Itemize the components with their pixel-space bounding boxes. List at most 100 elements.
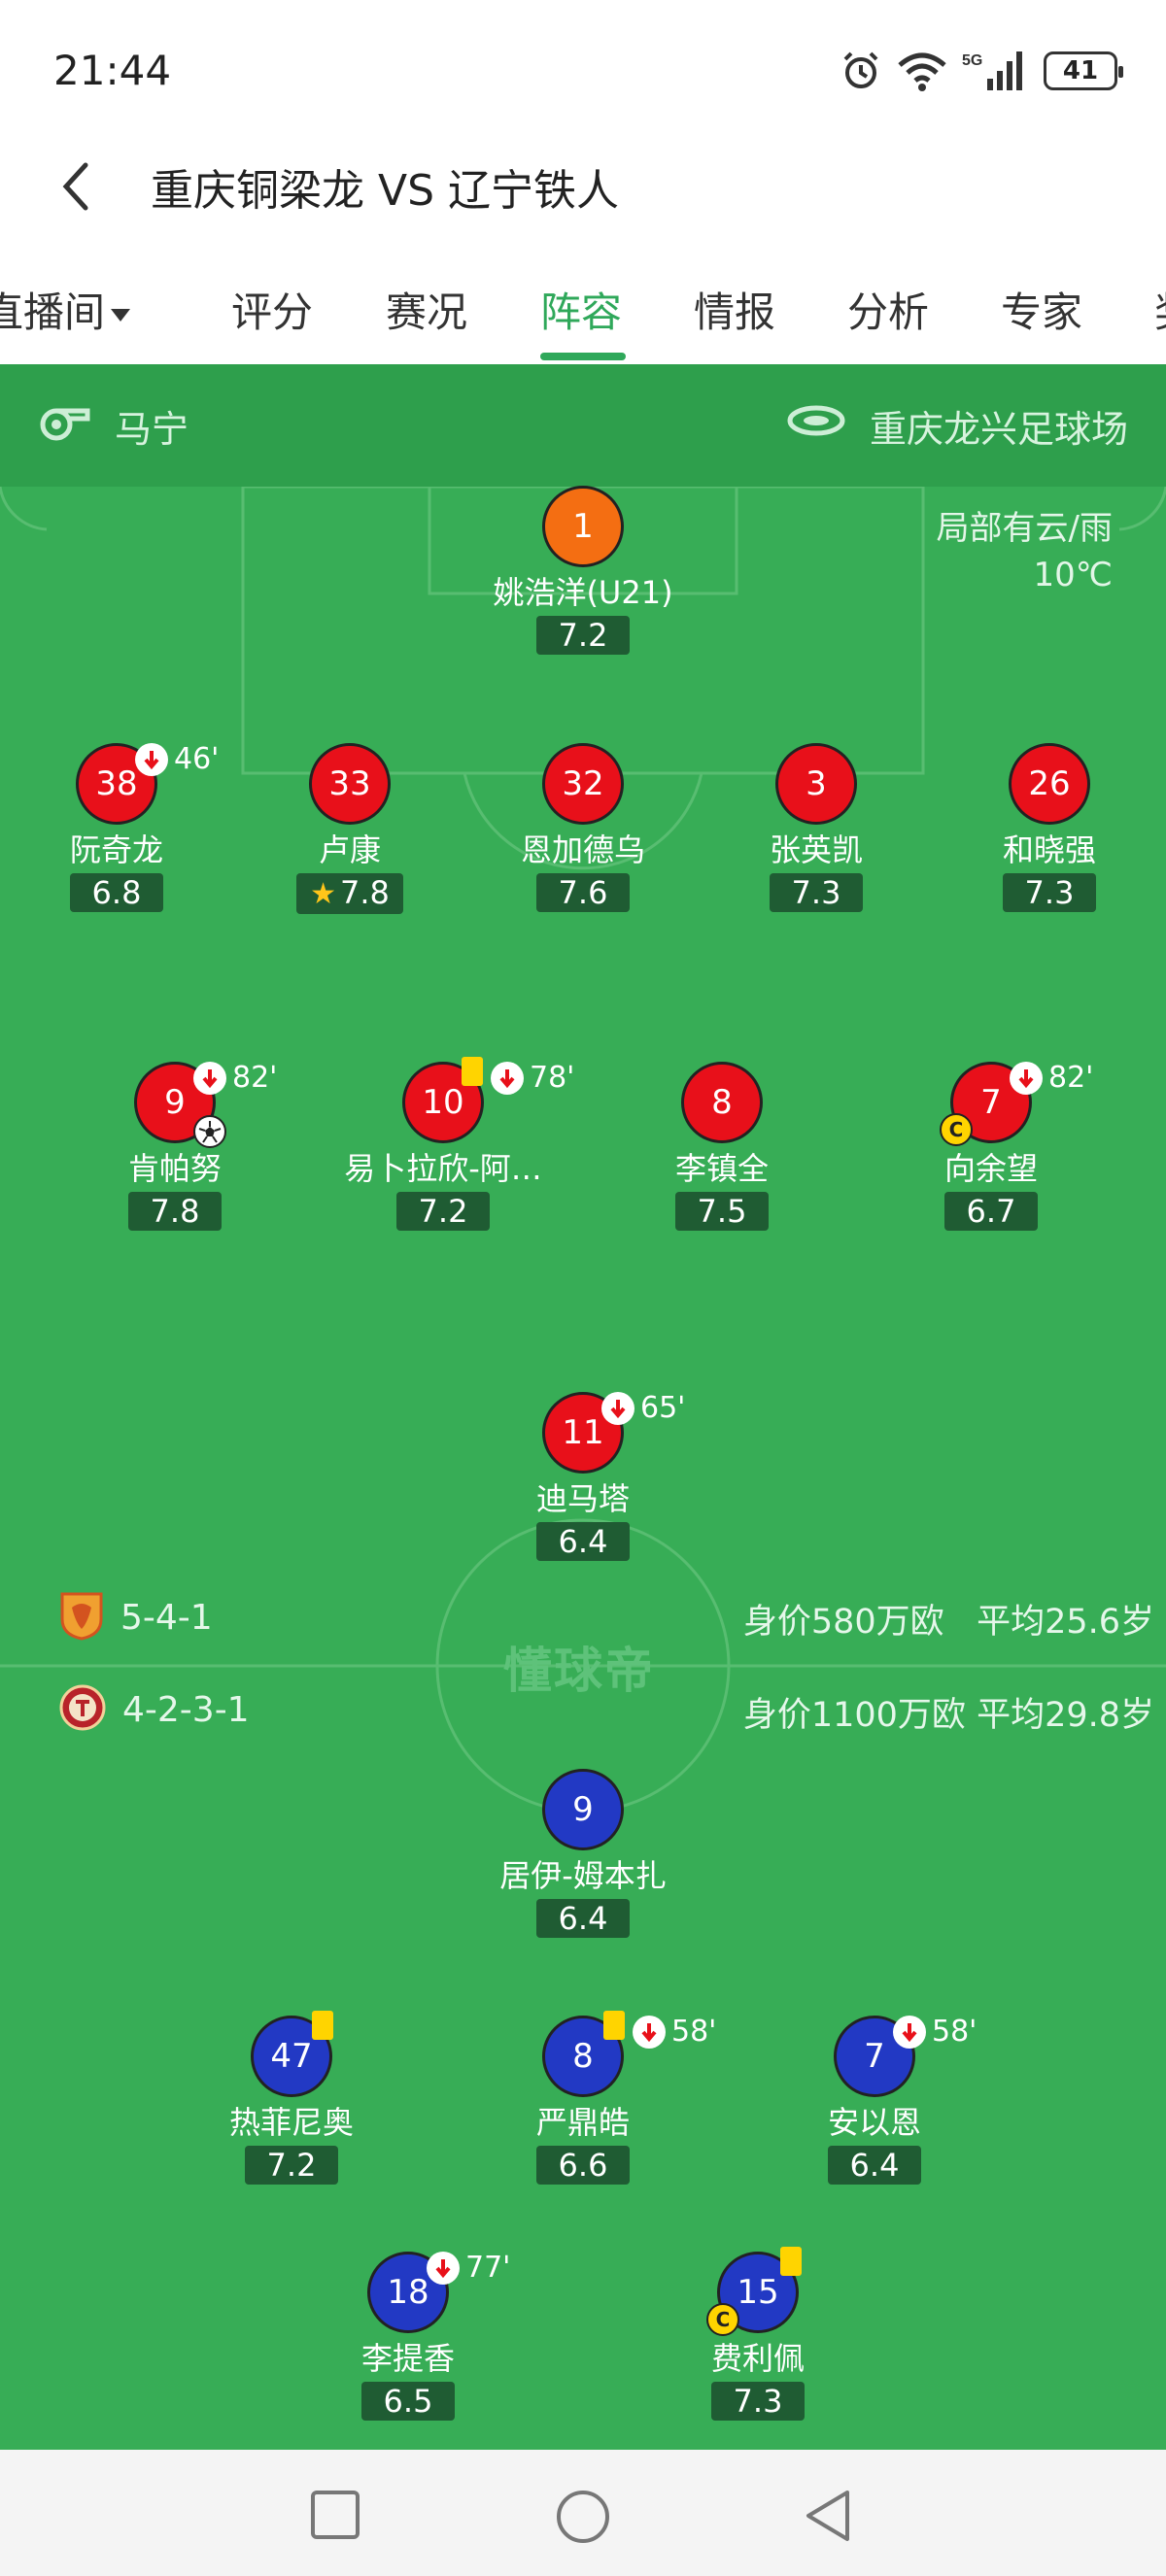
yellow-card-icon bbox=[603, 2011, 625, 2040]
player-rating: 6.4 bbox=[828, 2146, 921, 2185]
player-number: 9 bbox=[164, 1083, 186, 1122]
player-rating: 6.4 bbox=[536, 1899, 630, 1938]
alarm-icon bbox=[840, 50, 882, 92]
back-nav-button[interactable] bbox=[803, 2489, 853, 2547]
player-number-wrap: 47 bbox=[251, 2011, 333, 2097]
player-rating: 7.3 bbox=[1003, 873, 1096, 912]
player-number: 3 bbox=[775, 743, 857, 825]
away-player[interactable]: 7 58' 安以恩 6.4 bbox=[758, 2015, 991, 2185]
player-rating: 6.5 bbox=[361, 2382, 455, 2421]
circle-icon bbox=[557, 2491, 609, 2543]
page-title: 重庆铜梁龙 VS 辽宁铁人 bbox=[151, 166, 620, 216]
substitution: 78' bbox=[491, 1061, 574, 1095]
player-number: 7 bbox=[864, 2037, 885, 2076]
player-number: 26 bbox=[1009, 743, 1090, 825]
weather-text: 局部有云/雨 bbox=[936, 509, 1113, 548]
clock: 21:44 bbox=[53, 47, 172, 94]
home-player[interactable]: 26 和晓强 7.3 bbox=[933, 743, 1166, 912]
arrow-down-icon bbox=[893, 2015, 926, 2049]
tab-rating[interactable]: 评分 bbox=[231, 280, 313, 339]
status-bar: 21:44 5G 41 bbox=[0, 0, 1166, 136]
tab-events[interactable]: 赛况 bbox=[386, 280, 467, 339]
player-name: 张英凯 bbox=[769, 831, 863, 868]
substitution: 77' bbox=[427, 2251, 510, 2285]
player-number: 9 bbox=[542, 1769, 624, 1850]
home-player[interactable]: 7 82' C 向余望 6.7 bbox=[874, 1061, 1108, 1231]
away-player[interactable]: 9 居伊-姆本扎 6.4 bbox=[466, 1769, 700, 1938]
player-name: 李提香 bbox=[360, 2340, 455, 2377]
away-player[interactable]: 8 58' 严鼎皓 6.6 bbox=[466, 2011, 716, 2185]
player-number-wrap: 7 82' C bbox=[940, 1061, 1093, 1146]
player-name: 安以恩 bbox=[827, 2104, 921, 2141]
player-name: 居伊-姆本扎 bbox=[499, 1857, 667, 1894]
home-player[interactable]: 3 张英凯 7.3 bbox=[700, 743, 933, 912]
player-name: 严鼎皓 bbox=[535, 2104, 630, 2141]
tab-lineup[interactable]: 阵容 bbox=[540, 280, 622, 339]
player-number: 10 bbox=[422, 1083, 464, 1122]
tab-bar: 直播间 评分 赛况 阵容 情报 分析 专家 奖 bbox=[0, 243, 1166, 364]
away-team-logo bbox=[58, 1683, 107, 1736]
triangle-back-icon bbox=[806, 2491, 849, 2541]
home-player[interactable]: 10 78' 易卜拉欣-阿… 7.2 bbox=[326, 1057, 574, 1231]
tab-more[interactable]: 奖 bbox=[1154, 280, 1166, 339]
chevron-left-icon bbox=[62, 162, 88, 211]
recent-apps-button[interactable] bbox=[309, 2489, 361, 2545]
home-player[interactable]: 11 65' 迪马塔 6.4 bbox=[466, 1391, 700, 1561]
player-rating: 7.3 bbox=[770, 873, 863, 912]
player-name: 易卜拉欣-阿… bbox=[344, 1150, 542, 1187]
player-name: 阮奇龙 bbox=[69, 831, 163, 868]
home-team-info: 身价580万欧 平均25.6岁 bbox=[743, 1594, 1154, 1644]
player-rating: 7.8 bbox=[128, 1192, 222, 1231]
home-player[interactable]: 33 卢康 ★ 7.8 bbox=[233, 743, 466, 914]
away-player[interactable]: 47 热菲尼奥 7.2 bbox=[175, 2011, 408, 2185]
captain-badge: C bbox=[706, 2303, 739, 2336]
substitution: 58' bbox=[893, 2015, 977, 2049]
tab-analysis[interactable]: 分析 bbox=[847, 280, 929, 339]
away-player[interactable]: 18 77' 李提香 6.5 bbox=[292, 2251, 525, 2421]
stadium-icon bbox=[787, 401, 845, 444]
temperature-text: 10℃ bbox=[1033, 556, 1113, 594]
player-rating: 7.3 bbox=[711, 2382, 805, 2421]
home-button[interactable] bbox=[555, 2489, 611, 2549]
player-name: 和晓强 bbox=[1002, 831, 1096, 868]
arrow-down-icon bbox=[633, 2015, 666, 2049]
player-name: 肯帕努 bbox=[127, 1150, 222, 1187]
home-player[interactable]: 9 82' 肯帕努 7.8 bbox=[58, 1061, 292, 1231]
formation-text: 5-4-1 bbox=[120, 1597, 213, 1638]
player-name: 李镇全 bbox=[674, 1150, 769, 1187]
battery-icon: 41 bbox=[1044, 51, 1123, 90]
yellow-card-icon bbox=[780, 2247, 802, 2276]
home-player[interactable]: 38 46' 阮奇龙 6.8 bbox=[0, 742, 233, 912]
player-number: 8 bbox=[681, 1062, 763, 1143]
tab-live-room[interactable]: 直播间 bbox=[0, 280, 131, 339]
home-player[interactable]: 8 李镇全 7.5 bbox=[605, 1062, 839, 1231]
active-tab-indicator bbox=[540, 353, 626, 360]
substitution: 82' bbox=[1010, 1061, 1093, 1095]
arrow-down-icon bbox=[491, 1061, 524, 1095]
referee-name: 马宁 bbox=[115, 408, 189, 451]
tab-experts[interactable]: 专家 bbox=[1001, 280, 1082, 339]
wifi-icon bbox=[896, 50, 948, 92]
watermark: 懂球帝 bbox=[503, 1643, 655, 1699]
away-player[interactable]: 15 C 费利佩 7.3 bbox=[641, 2247, 874, 2421]
player-number-wrap: 38 46' bbox=[76, 742, 219, 825]
player-rating: 7.2 bbox=[536, 616, 630, 655]
player-number: 18 bbox=[387, 2273, 429, 2312]
home-player[interactable]: 32 恩加德乌 7.6 bbox=[466, 743, 700, 912]
captain-badge: C bbox=[940, 1113, 973, 1146]
square-icon bbox=[311, 2491, 360, 2539]
tab-intel[interactable]: 情报 bbox=[694, 280, 775, 339]
weather-info: 局部有云/雨 10℃ bbox=[937, 505, 1113, 598]
player-rating: 7.5 bbox=[675, 1192, 769, 1231]
away-team-info: 身价1100万欧 平均29.8岁 bbox=[743, 1687, 1154, 1737]
player-number: 8 bbox=[572, 2037, 594, 2076]
substitution: 46' bbox=[135, 742, 219, 776]
caret-down-icon bbox=[111, 309, 131, 322]
back-button[interactable] bbox=[49, 157, 107, 216]
player-number: 7 bbox=[980, 1083, 1002, 1122]
home-player[interactable]: 1 姚浩洋(U21) 7.2 bbox=[466, 486, 700, 655]
away-formation: 4-2-3-1 bbox=[58, 1683, 250, 1736]
player-number: 38 bbox=[95, 764, 138, 803]
player-name: 热菲尼奥 bbox=[228, 2104, 354, 2141]
player-number: 1 bbox=[542, 486, 624, 567]
